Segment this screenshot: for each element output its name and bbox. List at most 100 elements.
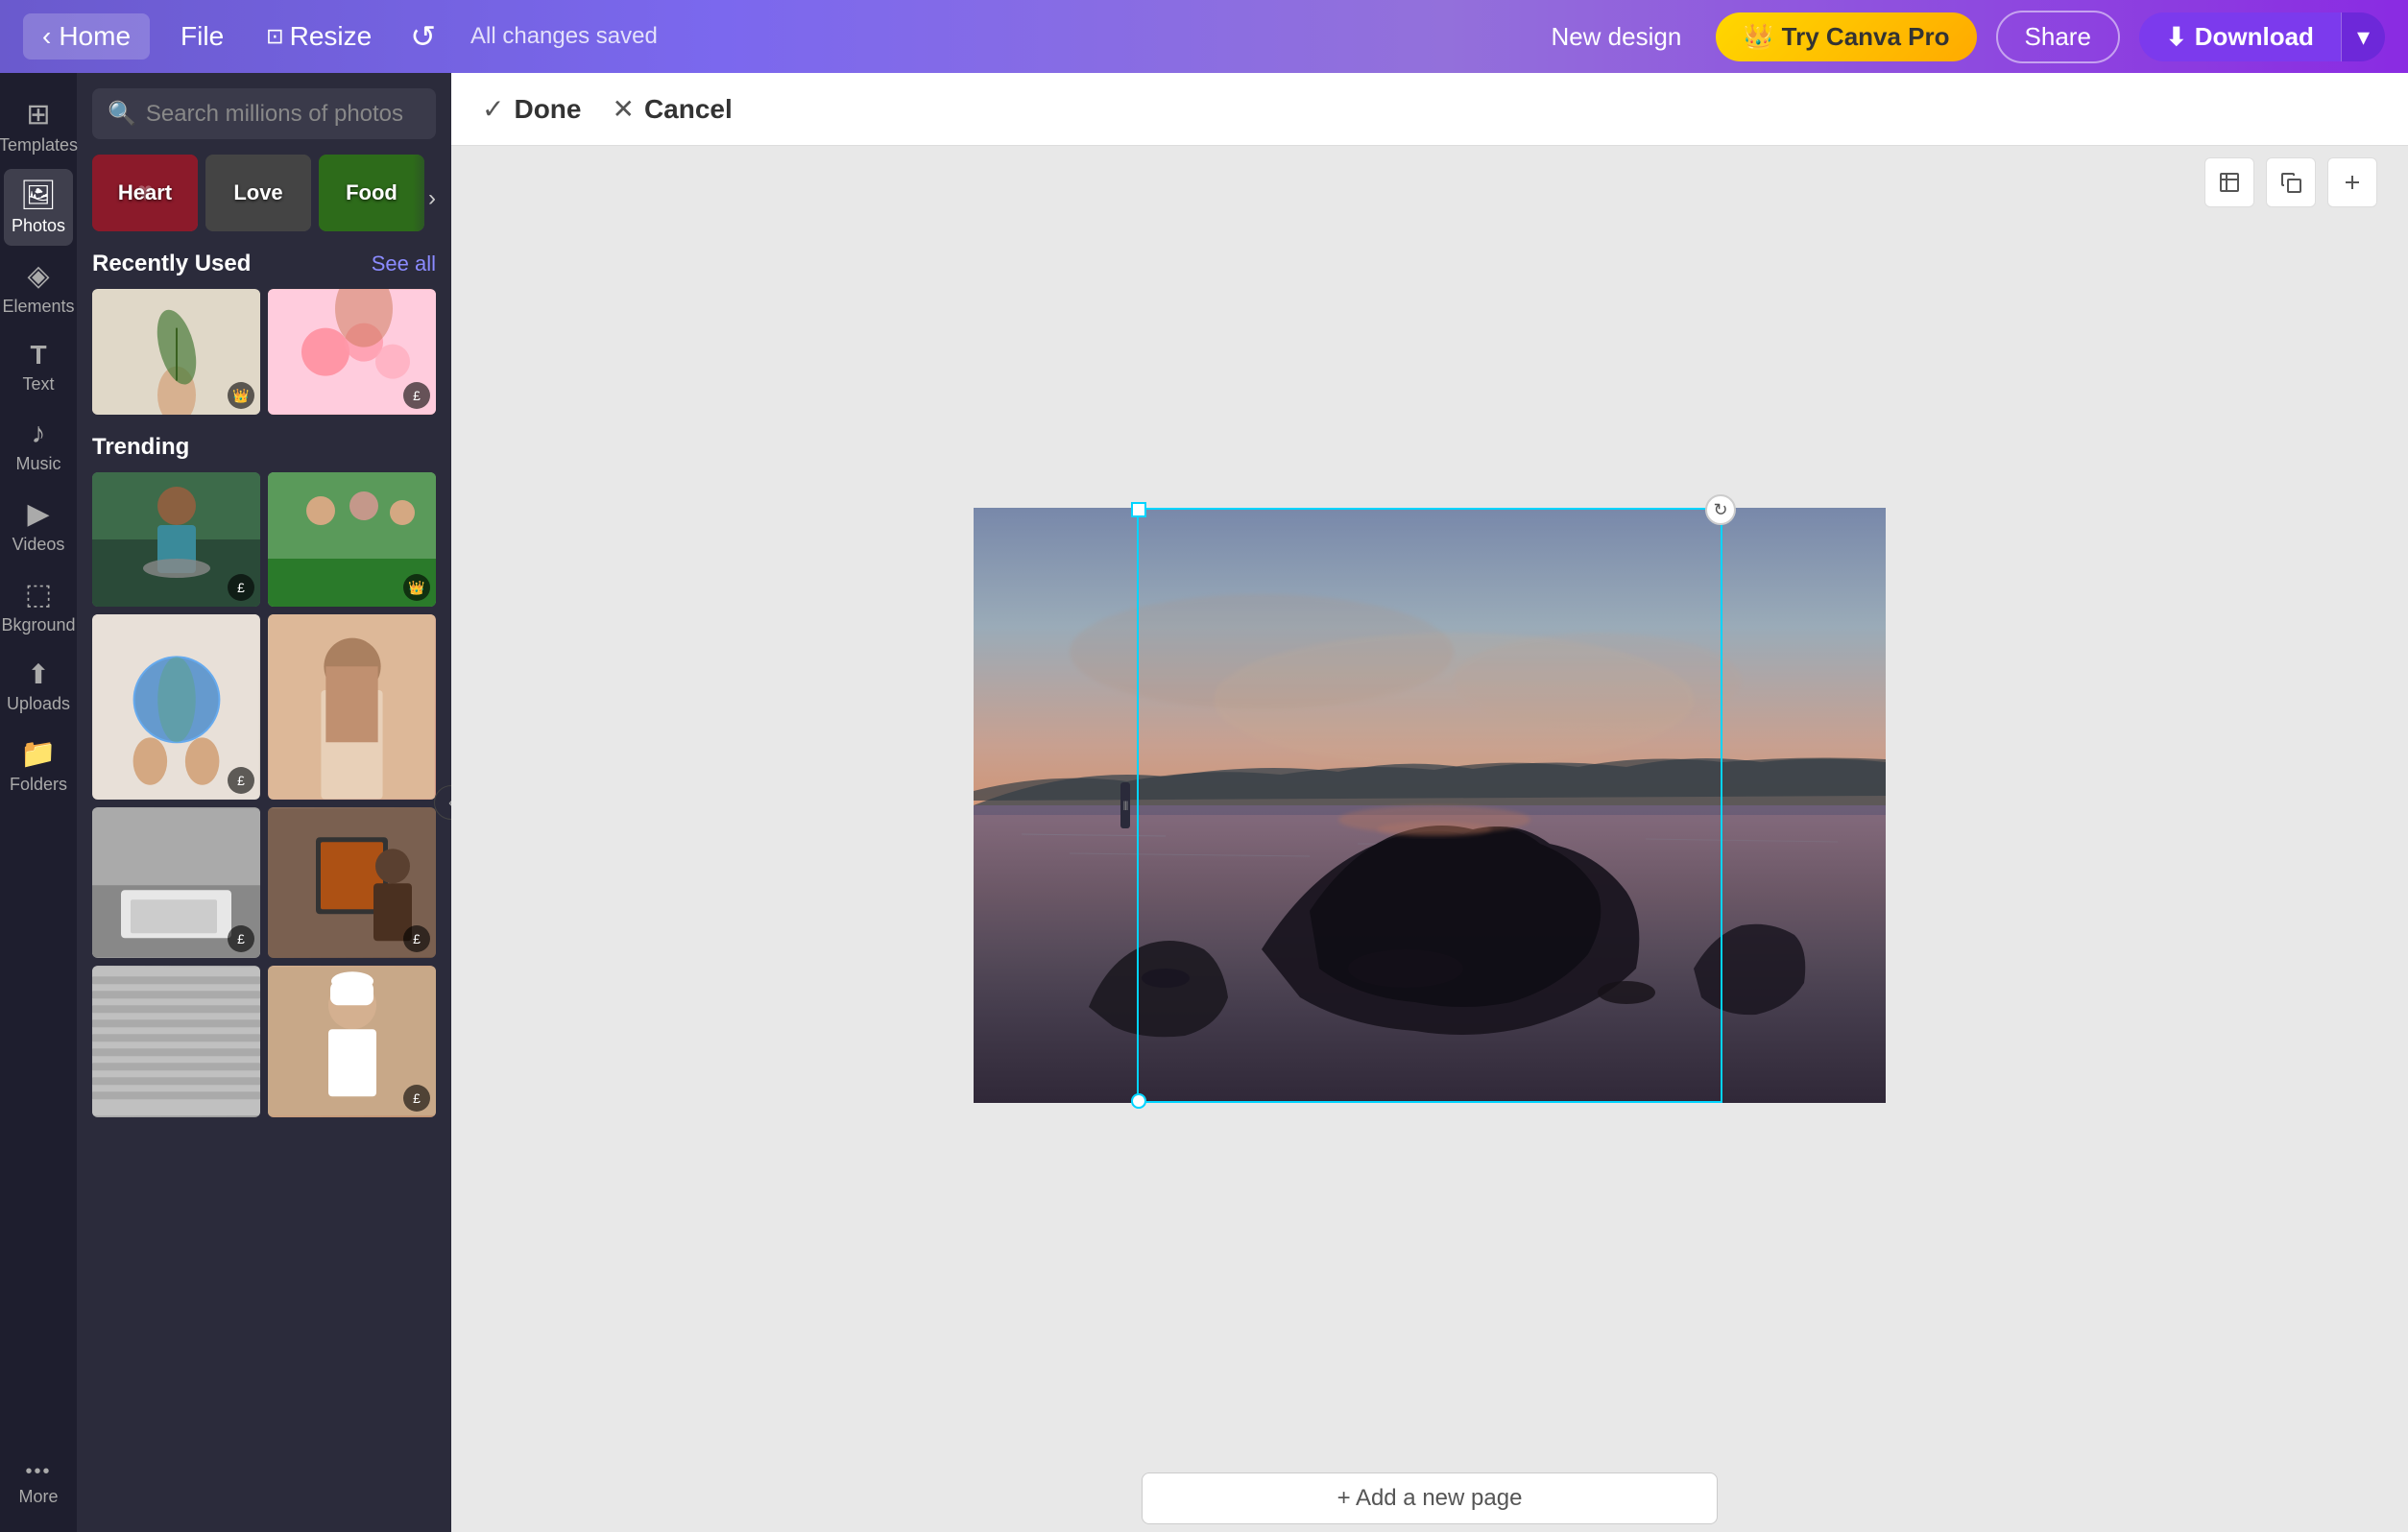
- copy-icon-button[interactable]: [2266, 157, 2316, 207]
- left-sidebar: ⊞ Templates 🖼 Photos ◈ Elements T Text ♪…: [0, 73, 77, 1532]
- file-button[interactable]: File: [169, 13, 235, 60]
- sidebar-item-label: Templates: [0, 135, 78, 156]
- trending-photo-4[interactable]: [268, 614, 436, 800]
- crown-icon: 👑: [232, 388, 249, 404]
- more-icon: •••: [25, 1461, 51, 1483]
- category-love[interactable]: Love: [205, 155, 311, 231]
- sidebar-item-label: Elements: [2, 297, 74, 317]
- sidebar-item-bkground[interactable]: ⬚ Bkground: [4, 568, 73, 645]
- videos-icon: ▶: [27, 497, 49, 531]
- home-button[interactable]: ‹ Home: [23, 13, 150, 60]
- canvas-scroll[interactable]: ↻ |||: [451, 146, 2408, 1465]
- sidebar-item-label: Videos: [12, 535, 65, 555]
- add-icon-button[interactable]: [2327, 157, 2377, 207]
- canvas-area: ✓ Done ✕ Cancel: [451, 73, 2408, 1532]
- recently-used-header: Recently Used See all: [92, 251, 436, 277]
- recently-used-title: Recently Used: [92, 251, 251, 277]
- paid-badge-6: £: [403, 1085, 430, 1112]
- recently-used-photo-1[interactable]: 👑: [92, 289, 260, 415]
- trending-header: Trending: [92, 434, 436, 461]
- cancel-button[interactable]: ✕ Cancel: [612, 93, 732, 125]
- sidebar-item-text[interactable]: T Text: [4, 330, 73, 404]
- sidebar-item-templates[interactable]: ⊞ Templates: [4, 88, 73, 165]
- templates-icon: ⊞: [26, 98, 50, 132]
- pound-icon: £: [237, 931, 245, 946]
- top-nav: ‹ Home File ⊡ Resize ↺ All changes saved…: [0, 0, 2408, 73]
- pound-icon: £: [237, 580, 245, 595]
- pound-icon: £: [413, 388, 421, 403]
- chevron-left-icon: ‹: [42, 21, 51, 52]
- download-icon: ⬇: [2166, 22, 2187, 52]
- sidebar-item-label: Bkground: [1, 615, 75, 635]
- resize-icon: ⊡: [266, 24, 283, 49]
- checkmark-icon: ✓: [482, 93, 504, 125]
- folders-icon: 📁: [20, 737, 56, 771]
- crop-left-handle[interactable]: |||: [1120, 782, 1130, 828]
- pound-icon: £: [237, 773, 245, 788]
- trending-photo-5[interactable]: £: [92, 807, 260, 959]
- crown-icon: 👑: [1743, 22, 1773, 52]
- recently-used-photo-2[interactable]: £: [268, 289, 436, 415]
- download-dropdown-button[interactable]: ▾: [2341, 12, 2385, 61]
- share-button[interactable]: Share: [1996, 11, 2120, 63]
- trending-photo-7[interactable]: [92, 966, 260, 1117]
- trending-grid: £: [92, 472, 436, 1117]
- download-group: ⬇ Download ▾: [2139, 12, 2385, 61]
- canvas-toolbar: [2204, 146, 2377, 219]
- search-icon: 🔍: [108, 100, 136, 128]
- try-canva-pro-button[interactable]: 👑 Try Canva Pro: [1716, 12, 1976, 61]
- sidebar-item-photos[interactable]: 🖼 Photos: [4, 169, 73, 246]
- trending-photo-6[interactable]: £: [268, 807, 436, 959]
- trending-photo-1[interactable]: £: [92, 472, 260, 607]
- category-heart-label: Heart: [92, 155, 198, 231]
- sidebar-item-label: Music: [15, 454, 60, 474]
- uploads-icon: ⬆: [27, 658, 49, 690]
- search-input-wrap: 🔍: [92, 88, 436, 139]
- panel-scroll[interactable]: Recently Used See all: [77, 243, 451, 1532]
- trending-photo-2[interactable]: 👑: [268, 472, 436, 607]
- pound-icon: £: [413, 1090, 421, 1106]
- trending-photo-3[interactable]: £: [92, 614, 260, 800]
- photos-panel: 🔍 ♥ Heart Love: [77, 73, 451, 1532]
- crown-icon: 👑: [408, 580, 424, 596]
- saved-status: All changes saved: [470, 23, 658, 50]
- sidebar-item-label: More: [18, 1487, 58, 1507]
- add-page-bar: + Add a new page: [451, 1465, 2408, 1532]
- category-heart[interactable]: ♥ Heart: [92, 155, 198, 231]
- sidebar-item-label: Folders: [10, 775, 67, 795]
- undo-button[interactable]: ↺: [402, 11, 444, 62]
- sidebar-item-videos[interactable]: ▶ Videos: [4, 488, 73, 564]
- download-button[interactable]: ⬇ Download: [2139, 12, 2341, 61]
- crop-icon-button[interactable]: [2204, 157, 2254, 207]
- category-pills: ♥ Heart Love Food ›: [77, 155, 451, 243]
- sidebar-item-folders[interactable]: 📁 Folders: [4, 728, 73, 804]
- search-input[interactable]: [146, 101, 444, 128]
- add-new-page-button[interactable]: + Add a new page: [1142, 1472, 1718, 1524]
- category-food-label: Food: [319, 155, 424, 231]
- photos-icon: 🖼: [20, 179, 57, 212]
- design-canvas: ↻ |||: [1055, 508, 1804, 1103]
- resize-button[interactable]: ⊡ Resize: [254, 13, 383, 60]
- done-cancel-bar: ✓ Done ✕ Cancel: [451, 73, 2408, 146]
- recently-used-grid: 👑: [92, 289, 436, 415]
- sidebar-item-music[interactable]: ♪ Music: [4, 408, 73, 484]
- elements-icon: ◈: [27, 259, 49, 293]
- category-next-button[interactable]: ›: [413, 155, 451, 243]
- see-all-button[interactable]: See all: [372, 251, 436, 276]
- category-love-label: Love: [205, 155, 311, 231]
- sidebar-item-label: Text: [22, 374, 54, 395]
- trending-photo-8[interactable]: £: [268, 966, 436, 1117]
- paid-badge-3: £: [228, 767, 254, 794]
- music-icon: ♪: [32, 418, 46, 450]
- sidebar-item-more[interactable]: ••• More: [4, 1451, 73, 1517]
- trending-title: Trending: [92, 434, 189, 461]
- done-button[interactable]: ✓ Done: [482, 93, 581, 125]
- new-design-button[interactable]: New design: [1535, 14, 1697, 60]
- sidebar-item-elements[interactable]: ◈ Elements: [4, 250, 73, 326]
- sidebar-item-label: Uploads: [7, 694, 70, 714]
- category-food[interactable]: Food: [319, 155, 424, 231]
- bkground-icon: ⬚: [25, 578, 52, 611]
- x-icon: ✕: [612, 93, 634, 125]
- sidebar-item-label: Photos: [12, 216, 65, 236]
- sidebar-item-uploads[interactable]: ⬆ Uploads: [4, 649, 73, 724]
